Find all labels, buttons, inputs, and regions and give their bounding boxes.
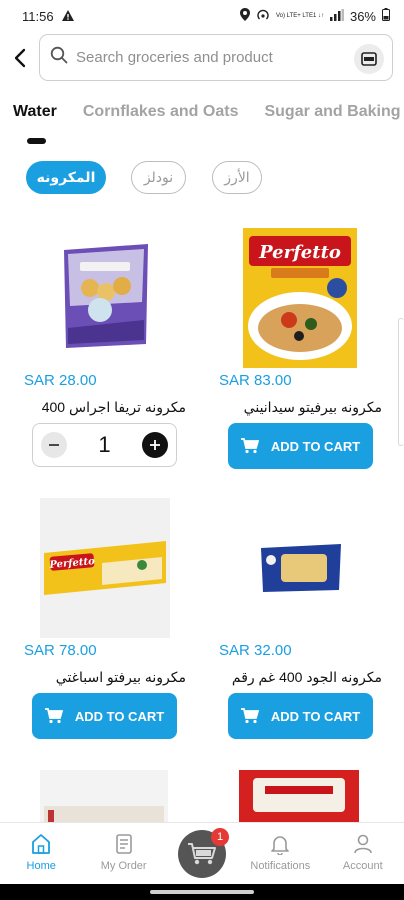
active-tab-indicator [27,138,46,144]
product-price: SAR 83.00 [219,372,292,389]
tab-sugar-baking[interactable]: Sugar and Baking [264,103,400,121]
product-name: مكرونه بيرفيتو سيدانيني [243,399,382,415]
hotspot-icon [256,9,270,24]
scroll-indicator[interactable] [398,318,404,446]
cart-icon [240,708,259,724]
warning-icon [61,9,74,24]
tab-cornflakes-oats[interactable]: Cornflakes and Oats [83,103,239,121]
chip-rice[interactable]: الأرز [212,161,262,194]
add-to-cart-button[interactable]: ADD TO CART [228,423,373,469]
subcategory-chips: المكرونه نودلز الأرز [0,161,404,195]
add-to-cart-label: ADD TO CART [270,708,361,724]
cart-count-badge: 1 [211,828,229,846]
status-bar: 11:56 Vo) LTE+ LTE1 ↓↑ 36% [0,0,404,32]
product-image-perfetto-spaghetti[interactable]: Perfetto [40,498,170,638]
status-time: 11:56 [22,8,54,24]
nav-label: Account [342,860,383,872]
person-icon [353,834,372,854]
product-name: مكرونه بيرفتو اسباغتي [55,669,186,685]
cart-icon [240,438,259,454]
back-button[interactable] [0,34,40,82]
quantity-value: 1 [98,432,111,457]
product-image-trifa[interactable] [56,236,156,356]
chip-pasta[interactable]: المكرونه [26,161,106,194]
add-to-cart-button[interactable]: ADD TO CART [32,693,177,739]
product-price: SAR 32.00 [219,642,292,659]
product-image-partial[interactable] [40,770,168,822]
order-icon [115,834,132,854]
product-name: مكرونه الجود 400 غم رقم [231,669,382,685]
tab-water[interactable]: Water [13,103,57,121]
product-price: SAR 78.00 [24,642,97,659]
nav-my-order[interactable]: My Order [82,823,164,884]
signal-icon [329,8,344,24]
home-gesture-handle[interactable] [150,890,254,894]
nav-label: Home [26,860,56,872]
quantity-stepper[interactable]: 1 [32,423,177,467]
nav-label: Notifications [250,860,311,872]
product-image-aljood[interactable] [258,540,344,596]
home-icon [32,834,51,854]
product-image-partial[interactable] [238,768,360,822]
battery-icon [382,8,390,24]
search-header [0,34,404,82]
search-box[interactable] [39,34,393,81]
network-label: Vo) LTE+ LTE1 ↓↑ [276,13,324,19]
location-icon [240,8,250,24]
cart-icon [44,708,63,724]
nav-home[interactable]: Home [0,823,82,884]
add-to-cart-button[interactable]: ADD TO CART [228,693,373,739]
nav-notifications[interactable]: Notifications [239,823,321,884]
bell-icon [271,836,290,855]
product-price: SAR 28.00 [24,372,97,389]
back-arrow-icon [14,48,26,68]
plus-icon [150,440,160,450]
add-to-cart-label: ADD TO CART [74,708,165,724]
barcode-scan-button[interactable] [354,44,384,74]
search-input[interactable] [76,49,336,66]
chip-noodles[interactable]: نودلز [131,161,186,194]
battery-level: 36% [349,8,376,24]
decrease-quantity-button[interactable] [41,432,67,458]
svg-text:Perfetto: Perfetto [258,242,341,263]
scanner-icon [361,52,377,66]
search-icon [50,46,68,69]
increase-quantity-button[interactable] [142,432,168,458]
nav-label: My Order [100,860,147,872]
add-to-cart-label: ADD TO CART [270,438,361,454]
product-name: مكرونه تريفا اجراس 400 [41,399,186,415]
nav-account[interactable]: Account [322,823,404,884]
category-tabs: Water Cornflakes and Oats Sugar and Baki… [13,103,401,121]
minus-icon [49,444,59,446]
product-image-perfetto-sedanini[interactable]: Perfetto [240,228,360,368]
shopping-cart-icon [188,843,216,865]
